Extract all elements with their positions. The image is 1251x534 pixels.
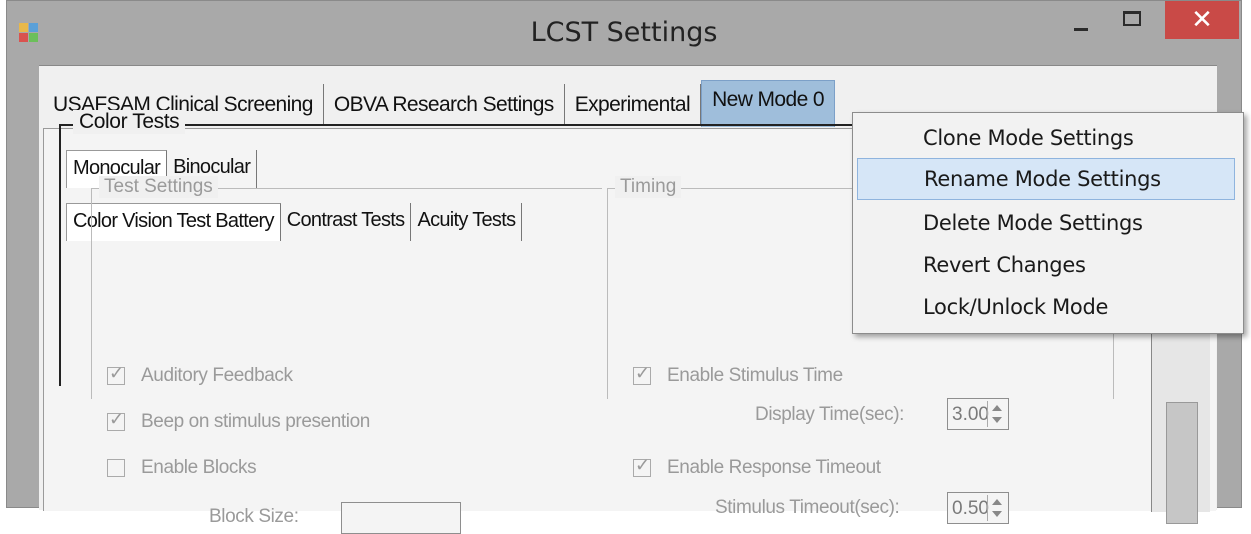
maximize-icon[interactable]: [1105, 1, 1159, 39]
tab-experimental[interactable]: Experimental: [565, 84, 702, 126]
auditory-feedback-checkbox[interactable]: Auditory Feedback: [107, 363, 293, 387]
checkbox-checked-icon: [107, 409, 125, 431]
menu-item-rename-mode-settings[interactable]: Rename Mode Settings: [857, 158, 1235, 200]
block-size-label: Block Size:: [209, 506, 299, 527]
beep-on-stimulus-label: Beep on stimulus presention: [141, 411, 370, 432]
checkbox-checked-icon: [633, 455, 651, 477]
display-time-value: 3.00: [952, 404, 989, 425]
auditory-feedback-label: Auditory Feedback: [141, 365, 293, 386]
checkbox-checked-icon: [107, 363, 125, 385]
tab-new-mode-0[interactable]: New Mode 0: [701, 80, 835, 127]
tab-obva-research-settings[interactable]: OBVA Research Settings: [324, 84, 565, 126]
spin-arrows-icon[interactable]: [987, 401, 1006, 427]
mode-context-menu: Clone Mode Settings Rename Mode Settings…: [852, 112, 1244, 334]
title-bar[interactable]: LCST Settings ✕: [7, 1, 1241, 65]
window-title: LCST Settings: [530, 17, 718, 48]
color-tests-title: Color Tests: [73, 110, 186, 134]
enable-response-timeout-label: Enable Response Timeout: [667, 457, 881, 478]
checkbox-unchecked-icon: [107, 459, 125, 477]
beep-on-stimulus-checkbox[interactable]: Beep on stimulus presention: [107, 409, 370, 433]
timing-title: Timing: [615, 176, 682, 198]
menu-item-revert-changes[interactable]: Revert Changes: [857, 244, 1235, 286]
block-size-select[interactable]: [341, 502, 461, 534]
stimulus-timeout-stepper[interactable]: 0.50: [947, 492, 1009, 524]
display-time-label: Display Time(sec):: [755, 404, 905, 425]
menu-item-delete-mode-settings[interactable]: Delete Mode Settings: [857, 202, 1235, 244]
lcst-settings-window: LCST Settings ✕ USAFSAM Clinical Screeni…: [6, 0, 1244, 534]
enable-response-timeout-checkbox[interactable]: Enable Response Timeout: [633, 455, 881, 479]
enable-blocks-checkbox[interactable]: Enable Blocks: [107, 457, 257, 479]
stimulus-timeout-label: Stimulus Timeout(sec):: [715, 497, 900, 518]
checkbox-checked-icon: [633, 363, 651, 385]
enable-stimulus-time-checkbox[interactable]: Enable Stimulus Time: [633, 363, 843, 387]
spin-arrows-icon[interactable]: [987, 495, 1006, 521]
enable-stimulus-time-label: Enable Stimulus Time: [667, 365, 843, 386]
scrollbar-thumb[interactable]: [1166, 402, 1198, 524]
stimulus-timeout-value: 0.50: [952, 498, 989, 519]
menu-item-clone-mode-settings[interactable]: Clone Mode Settings: [857, 117, 1235, 159]
test-settings-title: Test Settings: [99, 176, 218, 198]
display-time-stepper[interactable]: 3.00: [947, 398, 1009, 430]
close-icon[interactable]: ✕: [1165, 1, 1239, 39]
enable-blocks-label: Enable Blocks: [141, 457, 257, 478]
minimize-icon[interactable]: [1059, 1, 1105, 39]
vertical-scrollbar[interactable]: [1151, 332, 1210, 524]
menu-item-lock-unlock-mode[interactable]: Lock/Unlock Mode: [857, 286, 1235, 328]
